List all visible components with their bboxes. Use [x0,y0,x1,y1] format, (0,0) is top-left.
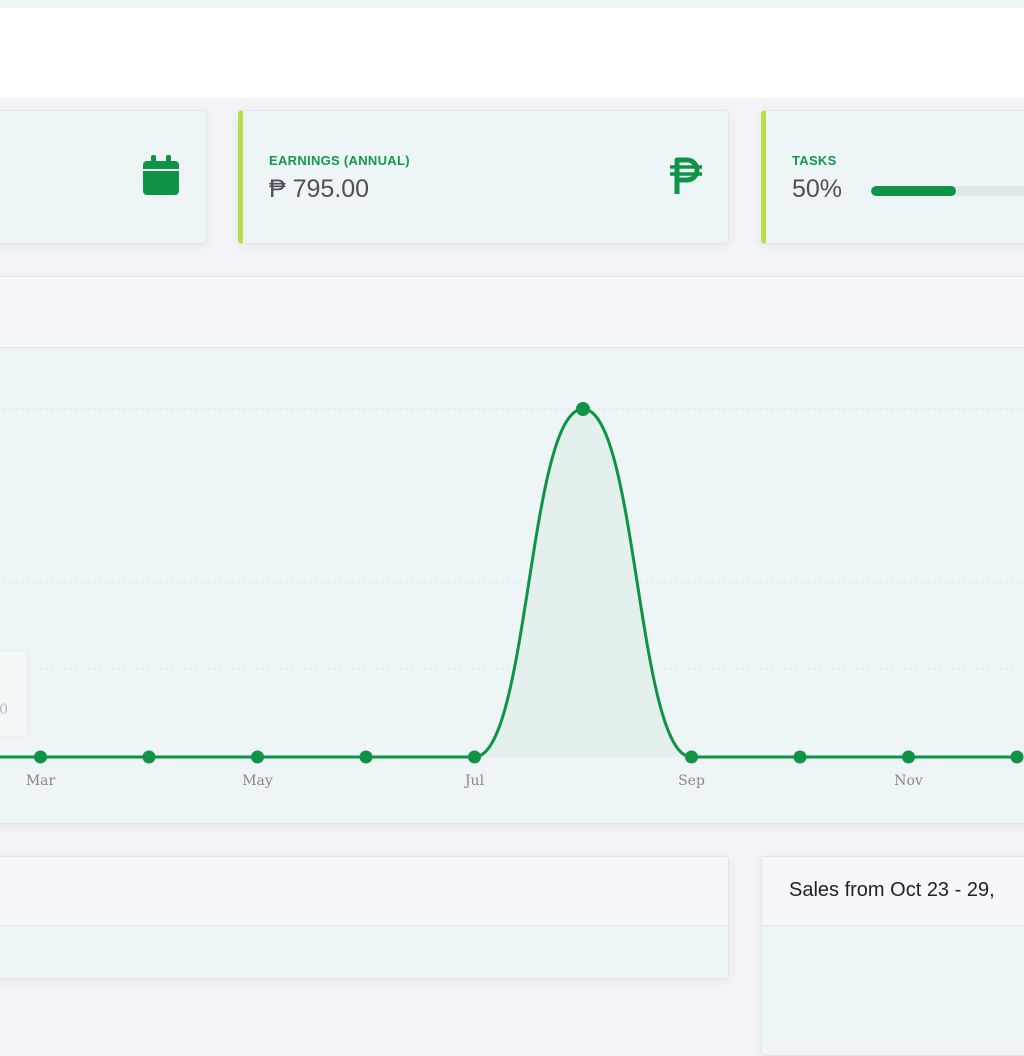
chart-point [251,750,264,764]
chart-tooltip-value: 0 [0,702,8,718]
chart-point [793,750,807,764]
stat-card-tasks: TASKS 50% [761,110,1024,244]
x-tick-label: Sep [678,773,705,789]
x-tick-label: May [242,773,273,789]
peso-icon [668,156,704,201]
chart-tooltip [0,650,29,738]
chart-point [468,750,481,764]
chart-point [359,750,373,764]
tasks-label: TASKS [792,153,837,168]
tasks-progress-fill [871,186,956,196]
chart-point [1010,750,1024,764]
sales-panel: Sales from Oct 23 - 29, [761,856,1024,1056]
chart-point [685,750,698,764]
earnings-label: EARNINGS (ANNUAL) [269,153,410,168]
tasks-value: 50% [792,175,843,203]
x-tick-label: Jul [463,773,485,789]
earnings-value: ₱ 795.00 [269,175,370,203]
x-tick-label: Nov [894,773,923,789]
top-bar [0,8,1024,98]
chart-point [34,750,47,764]
earnings-overview-card: Mar May Jul Sep Nov 0 [0,276,1024,824]
chart-point [576,402,590,416]
sales-panel-title: Sales from Oct 23 - 29, [789,879,995,901]
chart-point [902,750,915,764]
earnings-area-chart: Mar May Jul Sep Nov 0 [0,402,1024,789]
x-tick-label: Mar [26,773,56,789]
tasks-progress-bar [871,186,1024,196]
chart-point [142,750,156,764]
stat-card-earnings: EARNINGS (ANNUAL) ₱ 795.00 [238,110,729,244]
chart-area-fill [0,409,1017,757]
bottom-left-panel-header: th [0,857,728,926]
sales-panel-header: Sales from Oct 23 - 29, [762,857,1024,926]
stat-card-left [0,110,207,244]
top-strip [0,0,1024,8]
calendar-icon [141,153,181,202]
bottom-left-panel: th [0,856,729,979]
